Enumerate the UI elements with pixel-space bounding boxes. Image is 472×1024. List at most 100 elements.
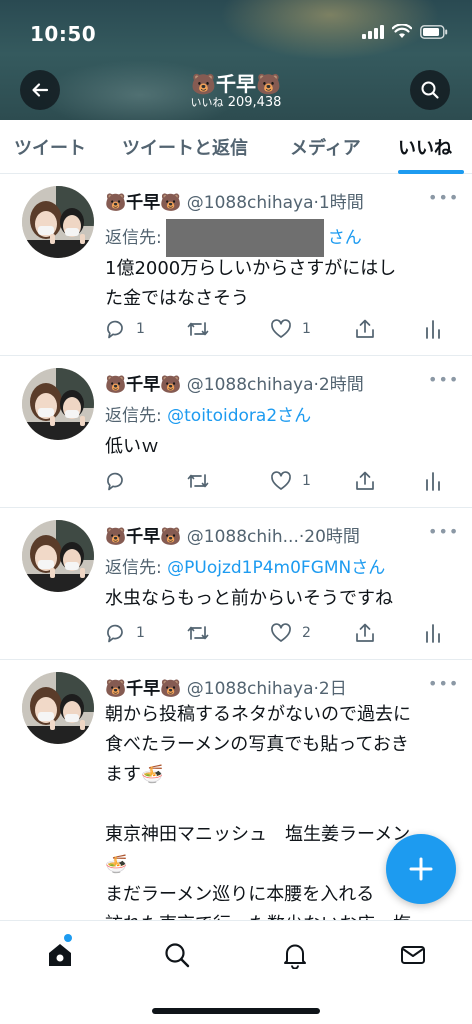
share-button[interactable] bbox=[354, 318, 376, 340]
analytics-icon bbox=[426, 624, 440, 643]
more-options-icon[interactable]: ••• bbox=[428, 370, 459, 389]
tweet-text-line: 朝から投稿するネタがないので過去に bbox=[105, 704, 411, 725]
like-button[interactable]: 1 bbox=[270, 318, 311, 340]
tweet-item[interactable]: 🐻千早🐻 @1088chihaya·1時間 ••• 返信先: さん 1億2000万… bbox=[0, 174, 472, 356]
tweet-text-line: た金ではなさそう bbox=[105, 288, 249, 309]
avatar[interactable] bbox=[22, 520, 94, 592]
likes-count: 209,438 bbox=[227, 95, 282, 110]
tweet-text-line: 低いｗ bbox=[105, 436, 159, 457]
reply-button[interactable] bbox=[104, 470, 136, 492]
tweet-text-line: 食べたラーメンの写真でも貼っておき bbox=[105, 734, 409, 755]
handle[interactable]: @1088chih... bbox=[187, 527, 299, 547]
tweet-actions: 1 2 bbox=[0, 622, 472, 644]
explore-icon bbox=[165, 943, 190, 968]
nav-explore[interactable] bbox=[157, 935, 197, 975]
tab-media[interactable]: メディア bbox=[290, 134, 361, 160]
tab-tweets[interactable]: ツイート bbox=[14, 134, 86, 160]
analytics-icon bbox=[426, 320, 440, 339]
tweet-actions: 1 1 bbox=[0, 318, 472, 340]
home-indicator bbox=[152, 1008, 320, 1014]
tweet-text-line: 水虫ならもっと前からいそうですね bbox=[105, 588, 393, 609]
analytics-button[interactable] bbox=[424, 318, 442, 340]
likes-count-line: いいね 209,438 bbox=[0, 94, 472, 110]
redacted-block bbox=[165, 219, 324, 257]
like-button[interactable]: 1 bbox=[270, 470, 311, 492]
cellular-signal-icon bbox=[362, 24, 384, 39]
likes-label: いいね bbox=[190, 96, 224, 109]
avatar[interactable] bbox=[22, 672, 94, 744]
tweet-item[interactable]: 🐻千早🐻 @1088chihaya·2時間 ••• 返信先: @toitoido… bbox=[0, 356, 472, 508]
tweet-text-line bbox=[105, 790, 455, 820]
retweet-icon bbox=[187, 474, 209, 488]
reply-to-user[interactable]: @PUojzd1P4m0FGMN bbox=[167, 558, 351, 578]
more-options-icon[interactable]: ••• bbox=[428, 522, 459, 541]
reply-suffix[interactable]: さん bbox=[277, 406, 311, 426]
profile-tabs: ツイート ツイートと返信 メディア いいね bbox=[0, 120, 472, 174]
status-icons bbox=[362, 24, 448, 39]
nav-home[interactable] bbox=[40, 935, 80, 975]
timestamp[interactable]: ·2時間 bbox=[314, 375, 364, 395]
timestamp[interactable]: ·2日 bbox=[314, 679, 347, 699]
profile-name: 🐻千早🐻 bbox=[191, 72, 281, 96]
display-name[interactable]: 🐻千早🐻 bbox=[105, 679, 181, 699]
reply-to-line: 返信先: @PUojzd1P4m0FGMNさん bbox=[105, 553, 385, 578]
reply-suffix[interactable]: さん bbox=[328, 228, 362, 248]
reply-suffix[interactable]: さん bbox=[351, 558, 385, 578]
reply-prefix: 返信先: bbox=[105, 406, 162, 426]
reply-button[interactable]: 1 bbox=[104, 318, 145, 340]
search-button[interactable] bbox=[410, 70, 450, 110]
timestamp[interactable]: ·20時間 bbox=[299, 527, 360, 547]
tweet-text-line: 1億2000万らしいからさすがにはし bbox=[105, 258, 397, 279]
avatar[interactable] bbox=[22, 368, 94, 440]
profile-header-banner: 10:50 🐻千早🐻 いいね 209,438 bbox=[0, 0, 472, 120]
like-icon bbox=[271, 319, 291, 338]
avatar[interactable] bbox=[22, 186, 94, 258]
like-count: 2 bbox=[302, 625, 311, 641]
retweet-button[interactable] bbox=[186, 318, 220, 340]
tweet-text: 1億2000万らしいからさすがにはし た金ではなさそう bbox=[105, 254, 455, 314]
reply-to-line: 返信先: さん bbox=[105, 219, 362, 257]
analytics-button[interactable] bbox=[424, 470, 442, 492]
analytics-button[interactable] bbox=[424, 622, 442, 644]
reply-to-user[interactable]: @toitoidora2 bbox=[167, 406, 277, 426]
compose-tweet-button[interactable] bbox=[386, 834, 456, 904]
tweet-header: 🐻千早🐻 @1088chih...·20時間 bbox=[105, 522, 360, 547]
tweet-header: 🐻千早🐻 @1088chihaya·2日 bbox=[105, 674, 347, 699]
reply-count: 1 bbox=[136, 321, 145, 337]
handle[interactable]: @1088chihaya bbox=[187, 679, 314, 699]
display-name[interactable]: 🐻千早🐻 bbox=[105, 527, 181, 547]
tweet-text-line: 訪れた東京で行った数少ないお店。塩 bbox=[105, 910, 455, 920]
nav-notifications[interactable] bbox=[275, 935, 315, 975]
tab-tweets-and-replies[interactable]: ツイートと返信 bbox=[122, 134, 248, 160]
display-name[interactable]: 🐻千早🐻 bbox=[105, 193, 181, 213]
reply-to-line: 返信先: @toitoidora2さん bbox=[105, 401, 311, 426]
display-name[interactable]: 🐻千早🐻 bbox=[105, 375, 181, 395]
reply-icon bbox=[107, 624, 123, 643]
status-time: 10:50 bbox=[30, 22, 97, 46]
retweet-icon bbox=[187, 322, 209, 336]
tweet-item[interactable]: 🐻千早🐻 @1088chih...·20時間 ••• 返信先: @PUojzd1… bbox=[0, 508, 472, 660]
tweet-text: 低いｗ bbox=[105, 432, 455, 462]
like-button[interactable]: 2 bbox=[270, 622, 311, 644]
timestamp[interactable]: ·1時間 bbox=[314, 193, 364, 213]
reply-button[interactable]: 1 bbox=[104, 622, 145, 644]
retweet-button[interactable] bbox=[186, 622, 220, 644]
handle[interactable]: @1088chihaya bbox=[187, 375, 314, 395]
home-notification-dot bbox=[64, 934, 72, 942]
notifications-icon bbox=[284, 944, 306, 969]
reply-count: 1 bbox=[136, 625, 145, 641]
handle[interactable]: @1088chihaya bbox=[187, 193, 314, 213]
tab-likes[interactable]: いいね bbox=[398, 134, 452, 160]
search-icon bbox=[421, 81, 439, 99]
tweet-header: 🐻千早🐻 @1088chihaya·2時間 bbox=[105, 370, 364, 395]
more-options-icon[interactable]: ••• bbox=[428, 674, 459, 693]
nav-messages[interactable] bbox=[393, 935, 433, 975]
more-options-icon[interactable]: ••• bbox=[428, 188, 459, 207]
tweet-actions: 1 bbox=[0, 470, 472, 492]
messages-icon bbox=[401, 946, 425, 964]
retweet-icon bbox=[187, 626, 209, 640]
share-button[interactable] bbox=[354, 622, 376, 644]
tweet-header: 🐻千早🐻 @1088chihaya·1時間 bbox=[105, 188, 364, 213]
share-button[interactable] bbox=[354, 470, 376, 492]
retweet-button[interactable] bbox=[186, 470, 220, 492]
